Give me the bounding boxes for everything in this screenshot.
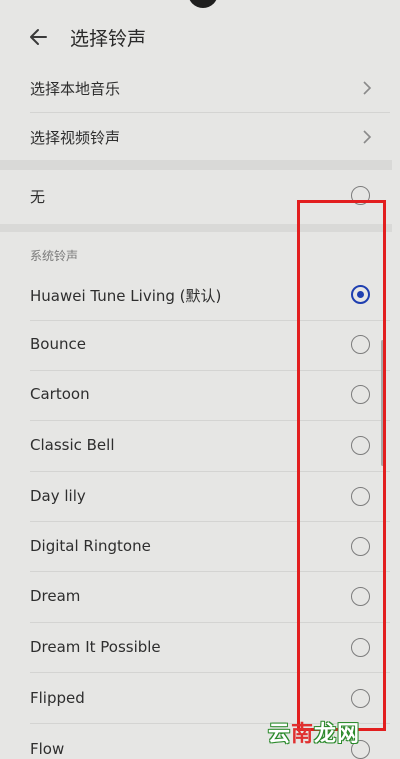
video-ringtone-row[interactable]: 选择视频铃声 (0, 117, 392, 157)
chevron-right-icon (363, 130, 372, 144)
ringtone-label: Cartoon (30, 385, 90, 403)
watermark-logo: 云南龙网 (268, 722, 361, 747)
ringtone-label: Digital Ringtone (30, 537, 151, 555)
chevron-right-icon (363, 81, 372, 95)
ringtone-label: Dream It Possible (30, 638, 161, 656)
ringtone-label: Huawei Tune Living (默认) (30, 287, 222, 305)
ringtone-label: Bounce (30, 335, 86, 353)
section-separator (0, 160, 392, 170)
ringtone-label: Dream (30, 587, 81, 605)
camera-notch (188, 0, 218, 8)
ringtone-label: Flipped (30, 689, 85, 707)
local-music-label: 选择本地音乐 (30, 80, 121, 98)
ringtone-label: Classic Bell (30, 436, 115, 454)
divider (30, 112, 390, 113)
back-arrow-icon[interactable] (26, 22, 56, 52)
annotation-highlight-box (297, 200, 386, 731)
none-option-label: 无 (30, 188, 46, 206)
app-header: 选择铃声 (0, 10, 400, 64)
ringtone-label: Flow (30, 740, 65, 758)
page-title: 选择铃声 (70, 28, 147, 50)
ringtone-label: Day lily (30, 487, 86, 505)
video-ringtone-label: 选择视频铃声 (30, 129, 121, 147)
local-music-row[interactable]: 选择本地音乐 (0, 68, 392, 108)
section-header: 系统铃声 (30, 249, 79, 263)
